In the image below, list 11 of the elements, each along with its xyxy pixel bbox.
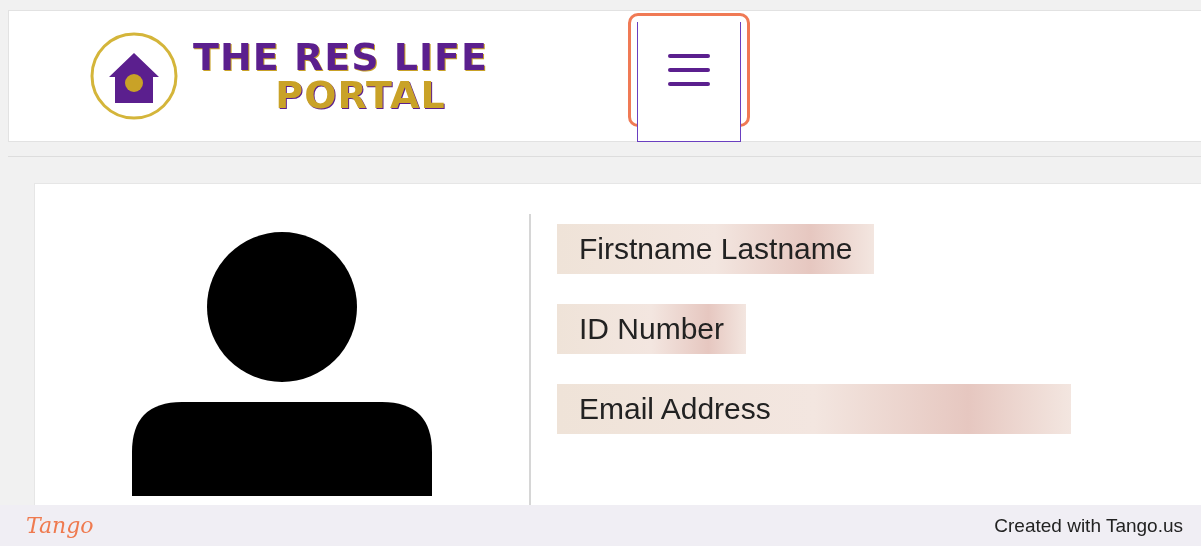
avatar-icon — [132, 232, 432, 496]
logo-title: THE RES LIFE — [193, 38, 488, 76]
logo-subtitle: PORTAL — [275, 76, 446, 114]
menu-icon — [668, 52, 710, 88]
profile-field: Email Address — [557, 384, 1071, 434]
brand-name: Tango — [26, 513, 94, 538]
profile-field: Firstname Lastname — [557, 224, 875, 274]
house-logo-icon — [89, 31, 179, 121]
profile-field: ID Number — [557, 304, 747, 354]
menu-button[interactable] — [637, 22, 741, 142]
credit-text: Created with Tango.us — [994, 514, 1183, 537]
